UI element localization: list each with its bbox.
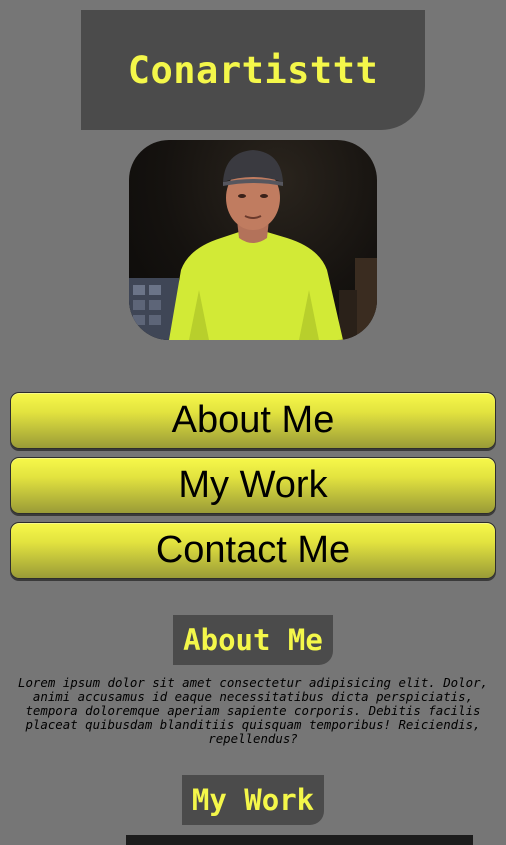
work-section-title: My Work	[181, 775, 325, 825]
main-nav: About Me My Work Contact Me	[10, 392, 496, 587]
profile-photo-icon	[129, 150, 377, 340]
nav-about-me-button[interactable]: About Me	[10, 392, 496, 449]
about-section-header: About Me	[0, 615, 506, 665]
site-header: Conartisttt	[81, 10, 425, 130]
locker-shape	[133, 315, 145, 325]
eye-shape	[238, 194, 246, 198]
work-preview-image	[126, 835, 473, 845]
shelf-shape	[355, 258, 377, 340]
locker-shape	[149, 315, 161, 325]
profile-photo	[129, 140, 377, 340]
locker-shape	[149, 300, 161, 310]
locker-shape	[133, 285, 145, 295]
site-title: Conartisttt	[127, 48, 379, 92]
locker-shape	[133, 300, 145, 310]
about-section-title: About Me	[173, 615, 333, 665]
work-section-header: My Work	[0, 775, 506, 825]
nav-my-work-button[interactable]: My Work	[10, 457, 496, 514]
eye-shape	[260, 194, 268, 198]
locker-shape	[149, 285, 161, 295]
about-text: Lorem ipsum dolor sit amet consectetur a…	[18, 675, 488, 746]
nav-contact-me-button[interactable]: Contact Me	[10, 522, 496, 579]
shelf-shape	[339, 290, 357, 340]
